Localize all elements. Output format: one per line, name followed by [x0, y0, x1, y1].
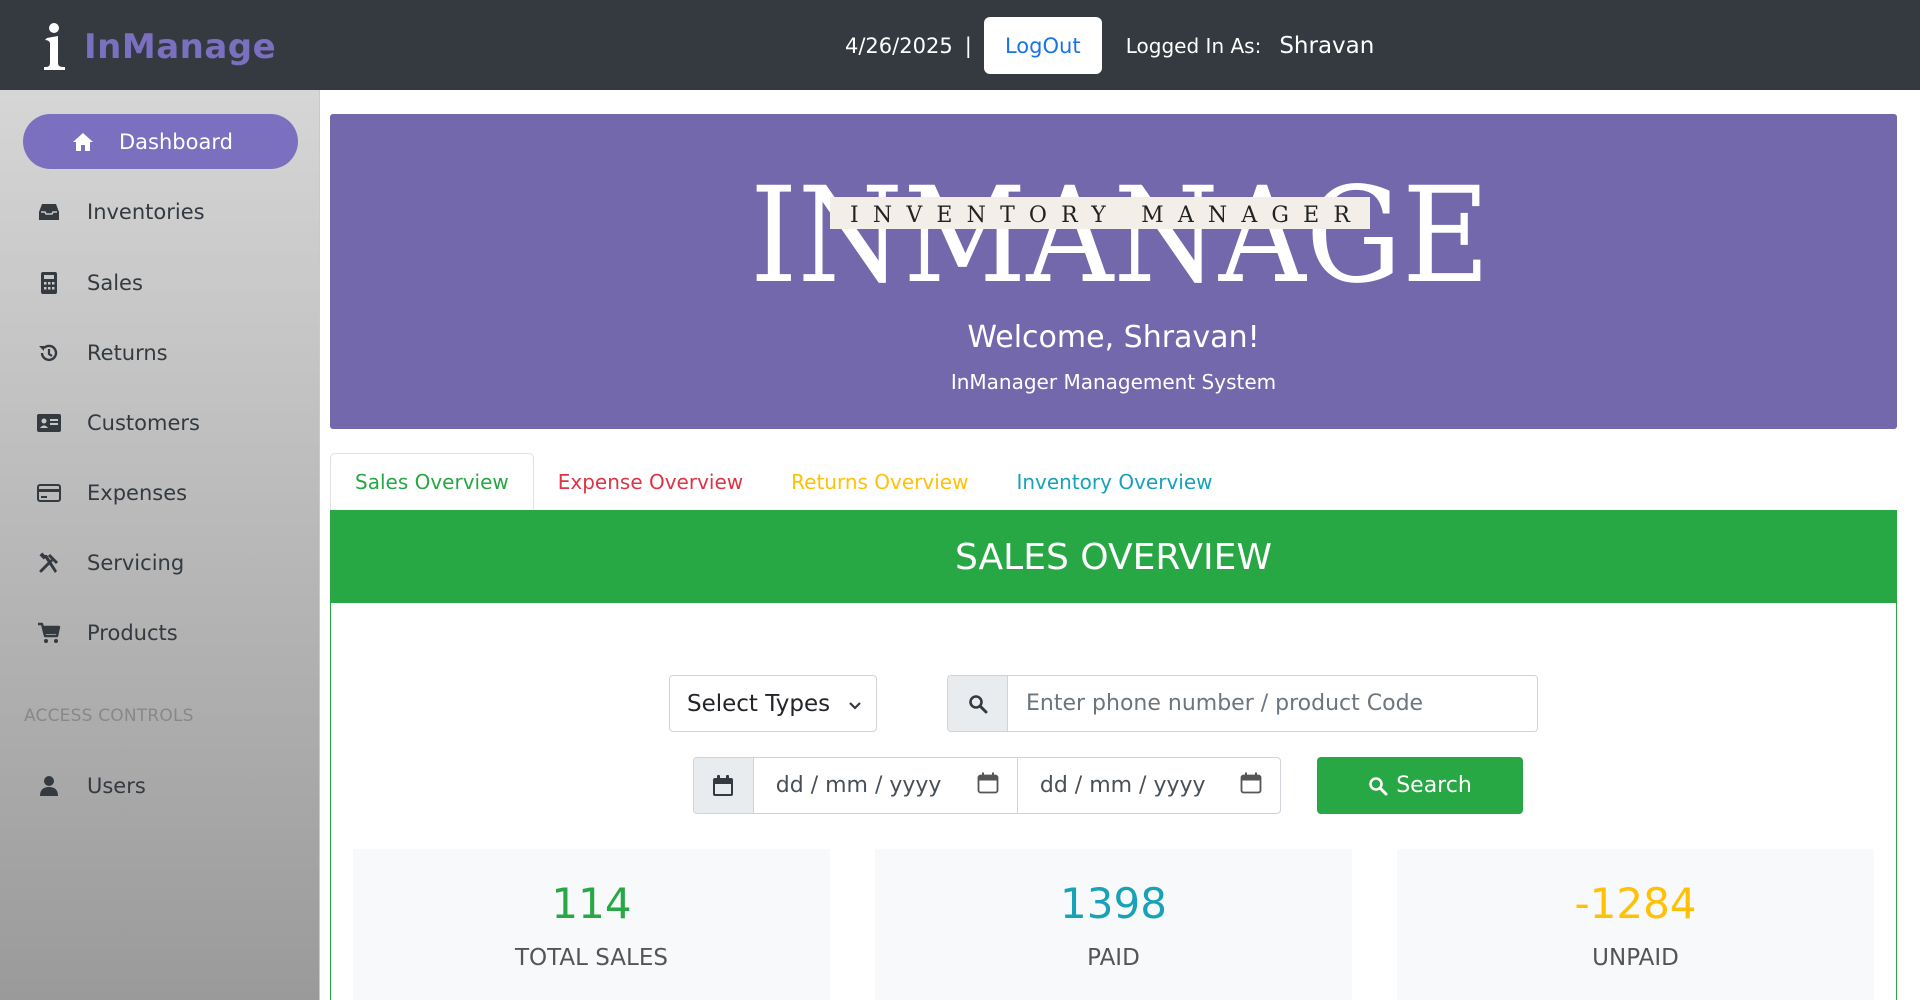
stat-label: PAID — [1087, 945, 1140, 971]
sidebar: Dashboard Inventories Sales Returns Cust… — [0, 90, 320, 1000]
tab-returns-overview[interactable]: Returns Overview — [767, 453, 992, 510]
home-icon — [67, 130, 99, 154]
cart-icon — [33, 621, 65, 645]
select-types-dropdown[interactable]: Select Types — [669, 675, 877, 732]
sales-overview-panel: SALES OVERVIEW Select Types dd / mm / yy… — [330, 510, 1897, 1000]
tools-icon — [33, 551, 65, 575]
sidebar-item-label: Servicing — [87, 550, 185, 575]
history-icon — [33, 341, 65, 365]
date-range-group: dd / mm / yyyy dd / mm / yyyy — [693, 757, 1281, 814]
calendar-picker-icon[interactable] — [1240, 772, 1262, 800]
date-from-input[interactable]: dd / mm / yyyy — [754, 758, 1017, 813]
stat-card-total-sales: 114 TOTAL SALES — [353, 849, 830, 1000]
tab-expense-overview[interactable]: Expense Overview — [534, 453, 767, 510]
search-icon — [1368, 776, 1388, 796]
stat-value: 1398 — [1060, 879, 1167, 928]
top-navbar: InManage 4/26/2025 | LogOut Logged In As… — [0, 0, 1920, 90]
date-to-input[interactable]: dd / mm / yyyy — [1016, 758, 1280, 813]
sidebar-item-label: Dashboard — [119, 129, 233, 154]
sidebar-item-label: Returns — [87, 340, 168, 365]
calendar-icon — [694, 758, 754, 813]
overview-tabs: Sales Overview Expense Overview Returns … — [330, 453, 1237, 510]
inmanage-wordmark-logo: INMANAGE INVENTORY MANAGER — [750, 159, 1490, 289]
sidebar-item-label: Sales — [87, 270, 143, 295]
logout-button[interactable]: LogOut — [983, 17, 1102, 74]
sidebar-item-servicing[interactable]: Servicing — [23, 535, 298, 590]
session-bar: 4/26/2025 | LogOut Logged In As: Shravan — [845, 17, 1374, 74]
sidebar-item-users[interactable]: Users — [23, 758, 298, 813]
sidebar-item-inventories[interactable]: Inventories — [23, 184, 298, 239]
sidebar-item-label: Expenses — [87, 480, 188, 505]
sidebar-item-returns[interactable]: Returns — [23, 325, 298, 380]
date-separator: | — [964, 33, 972, 58]
credit-card-icon — [33, 481, 65, 505]
tab-inventory-overview[interactable]: Inventory Overview — [992, 453, 1236, 510]
select-types-value: Select Types — [687, 690, 831, 717]
tab-sales-overview[interactable]: Sales Overview — [330, 453, 534, 510]
phone-product-search-input[interactable] — [1008, 676, 1537, 731]
sidebar-item-label: Users — [87, 773, 146, 798]
current-date: 4/26/2025 — [845, 33, 953, 58]
logged-in-label: Logged In As: — [1125, 33, 1262, 58]
calendar-picker-icon[interactable] — [977, 772, 999, 800]
system-subtitle: InManager Management System — [950, 370, 1277, 394]
stat-label: TOTAL SALES — [515, 945, 668, 971]
info-person-logo-icon — [44, 23, 65, 70]
sidebar-item-expenses[interactable]: Expenses — [23, 465, 298, 520]
search-button[interactable]: Search — [1317, 757, 1523, 814]
search-icon — [948, 676, 1008, 731]
stat-card-paid: 1398 PAID — [875, 849, 1352, 1000]
logged-in-username: Shravan — [1279, 32, 1375, 59]
sidebar-item-label: Customers — [87, 410, 200, 435]
sidebar-item-label: Products — [87, 620, 178, 645]
welcome-message: Welcome, Shravan! — [967, 320, 1260, 355]
sidebar-item-products[interactable]: Products — [23, 605, 298, 660]
user-icon — [33, 774, 65, 798]
brand[interactable]: InManage — [40, 22, 276, 72]
calculator-icon — [33, 271, 65, 295]
welcome-banner: INMANAGE INVENTORY MANAGER Welcome, Shra… — [330, 114, 1897, 429]
sidebar-item-sales[interactable]: Sales — [23, 255, 298, 310]
stat-label: UNPAID — [1592, 945, 1679, 971]
stat-value: 114 — [551, 879, 632, 928]
search-field-group — [947, 675, 1538, 732]
id-card-icon — [33, 411, 65, 435]
search-button-label: Search — [1396, 773, 1472, 798]
access-controls-heading: ACCESS CONTROLS — [24, 706, 194, 726]
stat-value: -1284 — [1574, 879, 1697, 928]
sidebar-item-dashboard[interactable]: Dashboard — [23, 114, 298, 169]
brand-name: InManage — [84, 27, 277, 67]
inbox-icon — [33, 200, 65, 224]
date-to-placeholder: dd / mm / yyyy — [1039, 773, 1206, 798]
sidebar-item-customers[interactable]: Customers — [23, 395, 298, 450]
date-from-placeholder: dd / mm / yyyy — [775, 773, 942, 798]
sidebar-item-label: Inventories — [87, 199, 205, 224]
sales-overview-title: SALES OVERVIEW — [331, 511, 1896, 603]
chevron-down-icon — [848, 691, 862, 717]
stat-card-unpaid: -1284 UNPAID — [1397, 849, 1874, 1000]
